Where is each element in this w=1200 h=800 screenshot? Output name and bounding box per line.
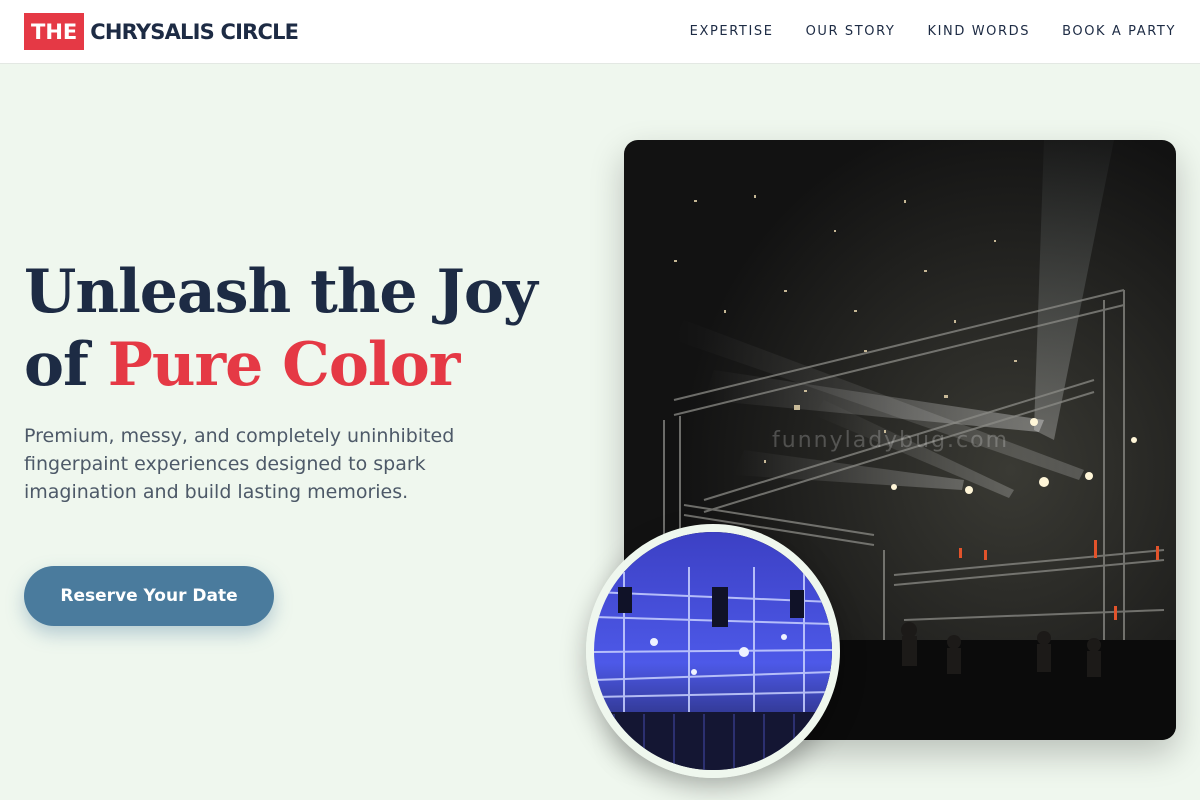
hero-title: Unleash the Joy of Pure Color [24, 256, 584, 402]
nav-link-our-story[interactable]: OUR STORY [806, 24, 896, 39]
watermark: funnyladybug.com [772, 428, 1010, 453]
hero-title-accent: Pure Color [107, 330, 461, 400]
brand-prefix: THE [24, 13, 85, 50]
brand-name: CHRYSALIS CIRCLE [90, 19, 299, 44]
brand-logo[interactable]: THE CHRYSALIS CIRCLE [24, 13, 299, 50]
reserve-date-button[interactable]: Reserve Your Date [24, 566, 274, 626]
nav-link-expertise[interactable]: EXPERTISE [690, 24, 774, 39]
hero-title-line1: Unleash the Joy [24, 257, 538, 327]
hero-title-line2-prefix: of [24, 330, 108, 400]
nav-link-kind-words[interactable]: KIND WORDS [927, 24, 1030, 39]
inset-photo [586, 524, 840, 778]
nav-link-book-a-party[interactable]: BOOK A PARTY [1062, 24, 1176, 39]
main-nav: EXPERTISE OUR STORY KIND WORDS BOOK A PA… [690, 24, 1176, 39]
site-header: THE CHRYSALIS CIRCLE EXPERTISE OUR STORY… [0, 0, 1200, 64]
inset-photo-image [594, 532, 832, 770]
hero-subtitle: Premium, messy, and completely uninhibit… [24, 425, 455, 503]
